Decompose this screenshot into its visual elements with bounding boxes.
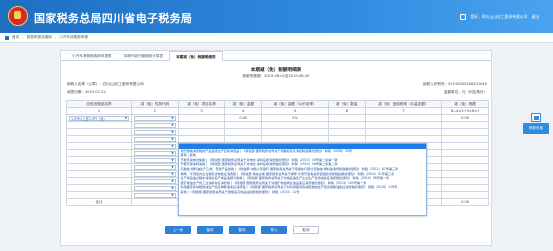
table-row: ▼	[66, 128, 489, 136]
action-buttons: 上一步 保存 暂存 导入 取消	[165, 226, 319, 234]
tax-benefit-button[interactable]: 税收优惠	[523, 123, 549, 134]
tab-main-return[interactable]: 小汽车消费税纳税申报表	[66, 51, 118, 60]
exemption-code-select[interactable]: ▼	[134, 122, 176, 128]
chevron-down-icon: ▼	[171, 158, 174, 162]
chevron-down-icon: ▼	[171, 165, 174, 169]
exemption-code-select[interactable]: ▼	[134, 171, 176, 177]
taxpayer-name: 纳税人名称（公章）：四川||||化工股份有限公司	[67, 82, 144, 86]
dropdown-option[interactable]: 其他 | 《财政部 国家税务总局关于继续提高成品油消费税的通知》 财税〔2015…	[179, 190, 426, 195]
table-row: ▼	[66, 135, 489, 143]
form-tabs: 小汽车消费税纳税申报表 本期代收代缴税款计算表 本期减（免）税额明细表	[61, 51, 491, 61]
column-number: 3	[177, 107, 226, 115]
column-number: 8=4×3+5×6×7	[441, 107, 489, 115]
exemption-code-dropdown[interactable]: 用已缴纳消费税的产品连续生产应税消费品 | 《财政部 国家税务总局关于调整和完善…	[178, 143, 427, 216]
fill-date: 填表日期：2019-07-22	[67, 90, 106, 94]
exemption-code-cell: ▼	[131, 114, 179, 122]
chevron-down-icon: ▼	[171, 186, 174, 190]
chevron-down-icon: ▼	[171, 179, 174, 183]
save-button[interactable]: 保存	[197, 226, 223, 234]
user-bar: 您好，四川||||||化工股份有限公司 退出	[460, 14, 539, 20]
user-name: 您好，四川||||||化工股份有限公司	[470, 14, 528, 19]
tax-cell: 0.00	[441, 114, 489, 122]
table-row: ▼	[66, 121, 489, 129]
exemption-code-select[interactable]: ▼	[134, 143, 176, 149]
product-select[interactable]: 1.5升以上至2.0升（含） ▼	[69, 115, 129, 121]
chevron-down-icon: ▼	[171, 130, 174, 134]
tax-benefit-icon[interactable]	[531, 113, 541, 122]
date-info-row: 填表日期：2019-07-22 金额单位：元（列至角分）	[67, 90, 487, 95]
exemption-code-select[interactable]: ▼	[134, 164, 176, 170]
total-label: 合计	[66, 198, 132, 206]
chevron-down-icon: ▼	[171, 151, 174, 155]
exemption-code-select[interactable]: ▼	[134, 115, 176, 121]
chevron-down-icon: ▼	[171, 193, 174, 197]
tax-period: 税款所属期：2019-06-01至2019-06-30	[242, 74, 310, 78]
site-title: 国家税务总局四川省电子税务局	[34, 12, 193, 25]
tab-withholding[interactable]: 本期代收代缴税款计算表	[118, 51, 170, 60]
chevron-down-icon: ▼	[171, 116, 174, 120]
chevron-down-icon: ▼	[124, 116, 127, 120]
breadcrumb-separator: ›	[54, 35, 57, 40]
exemption-code-select[interactable]: ▼	[134, 129, 176, 135]
unit-rate-cell	[364, 114, 443, 122]
home-icon[interactable]	[5, 35, 9, 40]
column-header: 减（免）适用税率（从量定额）	[364, 100, 443, 108]
prev-step-button[interactable]: 上一步	[165, 226, 191, 234]
column-header: 减（免）金额（从价定率）	[261, 100, 329, 108]
product-select-cell: 1.5升以上至2.0升（含） ▼	[66, 114, 132, 122]
rate-cell: 5%	[261, 114, 329, 122]
column-number: 2	[131, 107, 179, 115]
breadcrumb-current: 小汽车消费税申报	[59, 35, 88, 39]
quantity-cell[interactable]	[327, 114, 366, 122]
column-header: 应税消费品名称	[66, 100, 132, 108]
form-title: 本期减（免）税额明细表	[250, 68, 302, 73]
chevron-down-icon: ▼	[171, 144, 174, 148]
exemption-item-cell[interactable]	[177, 114, 226, 122]
logout-link[interactable]: 退出	[531, 14, 539, 20]
column-header: 减（免）数量	[327, 100, 366, 108]
table-row: 1.5升以上至2.0升（含） ▼ ▼ 0.00 5% 0.00	[66, 114, 489, 122]
chevron-down-icon: ▼	[171, 137, 174, 141]
import-button[interactable]: 导入	[261, 226, 287, 234]
exemption-code-select[interactable]: ▼	[134, 192, 176, 198]
column-number: 5	[261, 107, 329, 115]
column-header: 减（免）金额	[224, 100, 263, 108]
cancel-button[interactable]: 取消	[293, 226, 319, 234]
breadcrumb-tax-filing[interactable]: 税费申报及缴纳	[27, 35, 52, 40]
exemption-code-select[interactable]: ▼	[134, 136, 176, 142]
breadcrumb: 首页 › 税费申报及缴纳 › 小汽车消费税申报	[0, 33, 553, 43]
chevron-down-icon: ▼	[171, 123, 174, 127]
temp-save-button[interactable]: 暂存	[229, 226, 255, 234]
tax-emblem-logo	[8, 6, 28, 26]
column-number: 7	[364, 107, 443, 115]
breadcrumb-home[interactable]: 首页	[12, 35, 19, 40]
column-header: 减（免）项目名称	[177, 100, 226, 108]
exemption-code-select[interactable]: ▼	[134, 178, 176, 184]
dropdown-option[interactable]: 石脑油 燃料油生产乙烯、芳烃产品免税 | 《财政部 中国人民银行 国家税务总局关…	[179, 167, 426, 172]
taxpayer-id: 纳税人识别号：91510000206101040	[422, 82, 487, 86]
amount-unit: 金额单位：元（列至角分）	[443, 90, 487, 94]
top-header: 国家税务总局四川省电子税务局 您好，四川||||||化工股份有限公司 退出	[0, 0, 553, 33]
total-tax: 0.00	[441, 198, 489, 206]
tab-exemption-detail[interactable]: 本期减（免）税额明细表	[169, 51, 223, 61]
column-number-row: 1 2 3 4 5 6 7 8=4×3+5×6×7	[66, 107, 489, 115]
taxpayer-info-row: 纳税人名称（公章）：四川||||化工股份有限公司 纳税人识别号：91510000…	[67, 82, 487, 87]
table-header-row: 应税消费品名称 减（免）性质代码 减（免）项目名称 减（免）金额 减（免）金额（…	[66, 100, 489, 108]
amount-cell[interactable]: 0.00	[224, 114, 263, 122]
column-number: 4	[224, 107, 263, 115]
column-header: 减（免）税额	[441, 100, 489, 108]
breadcrumb-separator: ›	[22, 35, 24, 40]
exemption-code-select[interactable]: ▼	[134, 150, 176, 156]
exemption-code-select[interactable]: ▼	[134, 157, 176, 163]
column-number: 6	[327, 107, 366, 115]
column-number: 1	[66, 107, 132, 115]
column-header: 减（免）性质代码	[131, 100, 179, 108]
exemption-code-select[interactable]: ▼	[134, 185, 176, 191]
chevron-down-icon: ▼	[171, 172, 174, 176]
user-icon	[460, 14, 467, 20]
